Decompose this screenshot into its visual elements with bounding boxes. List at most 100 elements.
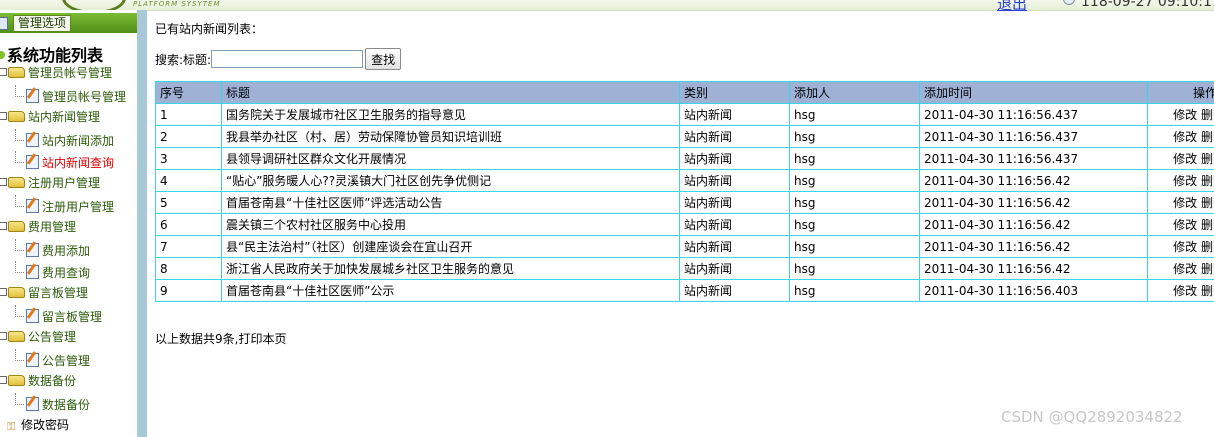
table-row: 7 县“民主法治村”（社区）创建座谈会在宜山召开 站内新闻 hsg 2011-04-30… <box>155 235 1214 258</box>
cell-time: 2011-04-30 11:16:56.437 <box>919 147 1148 170</box>
cell-actions: 修改 删除 <box>1147 147 1214 170</box>
sidebar-group-messages[interactable]: 留言板管理 <box>0 283 88 303</box>
edit-link[interactable]: 修改 <box>1173 262 1197 276</box>
sidebar-splitter[interactable] <box>137 10 147 437</box>
cell-index: 9 <box>155 279 222 302</box>
edit-link[interactable]: 修改 <box>1173 196 1197 210</box>
sidebar-group-notices[interactable]: 公告管理 <box>0 327 76 347</box>
platform-text: PLATFORM SYSYTEM <box>133 0 221 8</box>
sidebar-item-users-manage[interactable]: 注册用户管理 <box>0 195 114 215</box>
cell-title: 我县举办社区（村、居）劳动保障协管员知识培训班 <box>221 125 680 148</box>
delete-link[interactable]: 删除 <box>1201 130 1214 144</box>
cell-title: 县“民主法治村”（社区）创建座谈会在宜山召开 <box>221 235 680 258</box>
sidebar-item-label: 站内新闻查询 <box>42 156 115 170</box>
tree-line <box>15 349 24 361</box>
tree-line <box>15 393 24 405</box>
cell-actions: 修改 删除 <box>1147 235 1214 258</box>
cell-index: 7 <box>155 235 222 258</box>
edit-link[interactable]: 修改 <box>1173 152 1197 166</box>
sidebar-group-users[interactable]: 注册用户管理 <box>0 173 100 193</box>
search-input[interactable] <box>211 50 364 68</box>
list-title: 已有站内新闻列表： <box>155 22 264 36</box>
cell-author: hsg <box>789 169 920 192</box>
menu-options-button[interactable]: 管理选项 <box>13 15 72 32</box>
sidebar-item-messages-manage[interactable]: 留言板管理 <box>0 305 102 325</box>
cell-category: 站内新闻 <box>679 103 790 126</box>
tree-line <box>15 85 24 97</box>
column-header-title: 标题 <box>221 81 680 104</box>
folder-icon <box>8 287 25 298</box>
cell-category: 站内新闻 <box>679 147 790 170</box>
sidebar-group-label: 留言板管理 <box>28 286 89 300</box>
delete-link[interactable]: 删除 <box>1201 240 1214 254</box>
sidebar-group-label: 注册用户管理 <box>28 176 101 190</box>
sidebar-item-fees-add[interactable]: 费用添加 <box>0 239 90 259</box>
sidebar-item-label: 留言板管理 <box>42 310 103 324</box>
cell-category: 站内新闻 <box>679 169 790 192</box>
sidebar-item-label: 费用查询 <box>42 266 91 280</box>
table-row: 1 国务院关于发展城市社区卫生服务的指导意见 站内新闻 hsg 2011-04-30 1… <box>155 103 1214 126</box>
cell-title: 震关镇三个农村社区服务中心投用 <box>221 213 680 236</box>
cell-author: hsg <box>789 125 920 148</box>
clock-icon <box>1063 0 1075 5</box>
sidebar-group-news[interactable]: 站内新闻管理 <box>0 107 100 127</box>
cell-author: hsg <box>789 235 920 258</box>
sidebar-item-backup[interactable]: 数据备份 <box>0 393 90 413</box>
column-header-author: 添加人 <box>789 81 920 104</box>
tree-line <box>15 305 24 317</box>
edit-link[interactable]: 修改 <box>1173 218 1197 232</box>
sidebar-group-admin[interactable]: 管理员帐号管理 <box>0 63 112 83</box>
delete-link[interactable]: 删除 <box>1201 108 1214 122</box>
delete-link[interactable]: 删除 <box>1201 284 1214 298</box>
cell-time: 2011-04-30 11:16:56.42 <box>919 235 1148 258</box>
column-header-time: 添加时间 <box>919 81 1148 104</box>
edit-link[interactable]: 修改 <box>1173 108 1197 122</box>
delete-link[interactable]: 删除 <box>1201 196 1214 210</box>
tree-expander-icon <box>0 288 7 296</box>
sidebar-item-news-add[interactable]: 站内新闻添加 <box>0 129 114 149</box>
edit-link[interactable]: 修改 <box>1173 130 1197 144</box>
search-button[interactable]: 查找 <box>365 48 402 70</box>
cell-category: 站内新闻 <box>679 125 790 148</box>
delete-link[interactable]: 删除 <box>1201 152 1214 166</box>
cell-author: hsg <box>789 103 920 126</box>
edit-link[interactable]: 修改 <box>1173 240 1197 254</box>
tree-line <box>15 151 24 163</box>
edit-page-icon <box>26 353 39 367</box>
cell-category: 站内新闻 <box>679 191 790 214</box>
edit-page-icon <box>26 265 39 279</box>
sidebar: 管理选项 系统功能列表 管理员帐号管理 管理员帐号管理 站内新闻管理 站内新闻添… <box>0 10 137 437</box>
edit-link[interactable]: 修改 <box>1173 174 1197 188</box>
delete-link[interactable]: 删除 <box>1201 218 1214 232</box>
search-label: 搜索:标题: <box>155 52 212 67</box>
table-body: 1 国务院关于发展城市社区卫生服务的指导意见 站内新闻 hsg 2011-04-30 1… <box>155 103 1214 302</box>
delete-link[interactable]: 删除 <box>1201 174 1214 188</box>
edit-link[interactable]: 修改 <box>1173 284 1197 298</box>
sidebar-group-label: 站内新闻管理 <box>28 110 101 124</box>
search-bar: 搜索:标题: 查找 <box>155 48 402 70</box>
table-header-row: 序号 标题 类别 添加人 添加时间 操作 <box>155 81 1214 104</box>
tree-line <box>15 239 24 251</box>
sidebar-item-notices-manage[interactable]: 公告管理 <box>0 349 90 369</box>
sidebar-item-label: 公告管理 <box>42 354 91 368</box>
key-icon: ⚿ <box>7 420 16 433</box>
sidebar-item-label: 修改密码 <box>21 418 70 432</box>
cell-author: hsg <box>789 213 920 236</box>
sidebar-item-news-query[interactable]: 站内新闻查询 <box>0 151 114 171</box>
sidebar-item-admin-manage[interactable]: 管理员帐号管理 <box>0 85 126 105</box>
footer-summary: 以上数据共9条,打印本页 <box>155 332 287 346</box>
cell-category: 站内新闻 <box>679 257 790 280</box>
cell-index: 6 <box>155 213 222 236</box>
table-row: 6 震关镇三个农村社区服务中心投用 站内新闻 hsg 2011-04-30 11:16:… <box>155 213 1214 236</box>
cell-title: 浙江省人民政府关于加快发展城乡社区卫生服务的意见 <box>221 257 680 280</box>
cell-title: 首届苍南县“十佳社区医师”公示 <box>221 279 680 302</box>
sidebar-group-backup[interactable]: 数据备份 <box>0 371 76 391</box>
sidebar-item-fees-query[interactable]: 费用查询 <box>0 261 90 281</box>
sidebar-group-fees[interactable]: 费用管理 <box>0 217 76 237</box>
sidebar-item-change-password[interactable]: ⚿ 修改密码 <box>0 415 69 435</box>
cell-index: 8 <box>155 257 222 280</box>
delete-link[interactable]: 删除 <box>1201 262 1214 276</box>
tree-line <box>15 195 24 207</box>
cell-index: 3 <box>155 147 222 170</box>
cell-actions: 修改 删除 <box>1147 125 1214 148</box>
